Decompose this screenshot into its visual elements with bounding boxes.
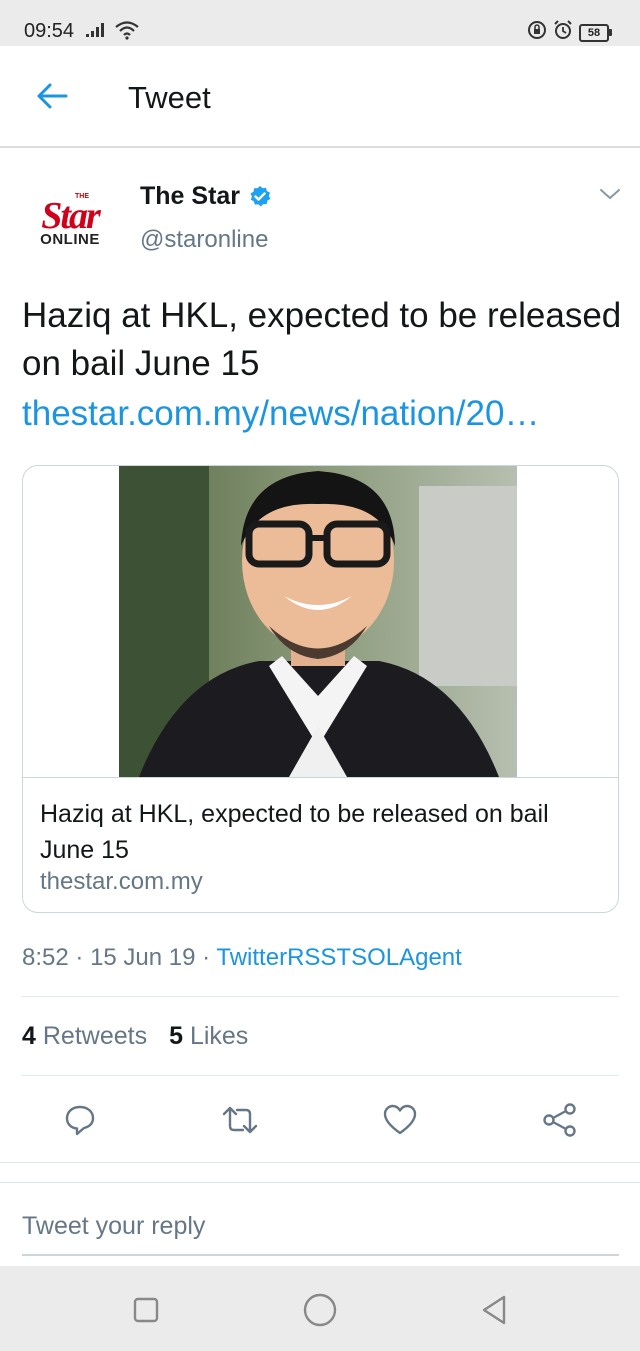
card-image — [119, 466, 517, 777]
tweet-link[interactable]: thestar.com.my/news/nation/20… — [22, 390, 622, 438]
display-name-text: The Star — [140, 182, 241, 210]
system-nav-bar — [0, 1266, 640, 1351]
retweets-label: Retweets — [42, 1022, 148, 1050]
card-title: Haziq at HKL, expected to be released on… — [40, 800, 549, 864]
share-button[interactable] — [536, 1096, 584, 1144]
signal-icon — [86, 22, 110, 43]
tweet-meta: 8:52 · 15 Jun 19 · TwitterRSSTSOLAgent — [22, 944, 462, 971]
chevron-down-icon — [600, 189, 620, 200]
retweet-icon — [222, 1106, 258, 1134]
retweets-stat[interactable]: 4 Retweets — [22, 1022, 147, 1051]
divider — [22, 1075, 619, 1076]
retweet-button[interactable] — [216, 1096, 264, 1144]
home-button[interactable] — [300, 1290, 340, 1330]
tweet-text: Haziq at HKL, expected to be released on… — [22, 296, 622, 383]
battery-icon: 58 — [579, 23, 612, 42]
wifi-icon — [114, 20, 140, 45]
reply-button[interactable] — [56, 1096, 104, 1144]
tweet-date: 15 Jun 19 — [90, 944, 196, 971]
tweet-actions — [0, 1096, 640, 1144]
back-nav-button[interactable] — [474, 1290, 514, 1330]
divider — [22, 996, 619, 997]
back-button[interactable] — [28, 72, 76, 120]
likes-label: Likes — [189, 1022, 249, 1050]
card-domain: thestar.com.my — [40, 868, 203, 895]
circle-icon — [303, 1293, 337, 1327]
link-card[interactable]: Haziq at HKL, expected to be released on… — [22, 465, 619, 913]
battery-level: 58 — [579, 23, 609, 42]
back-arrow-icon — [37, 83, 68, 109]
share-icon — [543, 1103, 576, 1137]
recents-button[interactable] — [126, 1290, 166, 1330]
tweet-time: 8:52 — [22, 944, 69, 971]
app-header: Tweet — [0, 46, 640, 148]
status-right: 58 — [527, 20, 612, 45]
status-bar: 09:54 58 — [0, 0, 640, 46]
triangle-back-icon — [482, 1295, 506, 1325]
avatar-logo-bottom: ONLINE — [40, 230, 100, 248]
author-handle[interactable]: @staronline — [140, 226, 268, 254]
reply-icon — [65, 1105, 95, 1136]
avatar-logo-main: Star — [41, 194, 101, 237]
retweets-count: 4 — [22, 1022, 36, 1050]
tweet-stats: 4 Retweets 5 Likes — [22, 1022, 248, 1051]
page-title: Tweet — [128, 80, 211, 115]
like-button[interactable] — [376, 1096, 424, 1144]
rotation-lock-icon — [527, 20, 547, 45]
divider — [0, 1182, 640, 1183]
author-display-name[interactable]: The Star — [140, 182, 272, 211]
verified-badge-icon — [248, 185, 272, 209]
like-icon — [383, 1104, 417, 1135]
likes-count: 5 — [169, 1022, 183, 1050]
status-time: 09:54 — [24, 20, 75, 42]
alarm-icon — [553, 20, 573, 45]
avatar[interactable]: THE Star ONLINE — [22, 172, 118, 268]
reply-input[interactable] — [22, 1198, 619, 1256]
likes-stat[interactable]: 5 Likes — [169, 1022, 248, 1051]
tweet-options-button[interactable] — [598, 186, 622, 207]
divider — [0, 1162, 640, 1163]
card-divider — [23, 777, 618, 778]
square-icon — [133, 1297, 159, 1323]
tweet-source-link[interactable]: TwitterRSSTSOLAgent — [216, 944, 461, 971]
